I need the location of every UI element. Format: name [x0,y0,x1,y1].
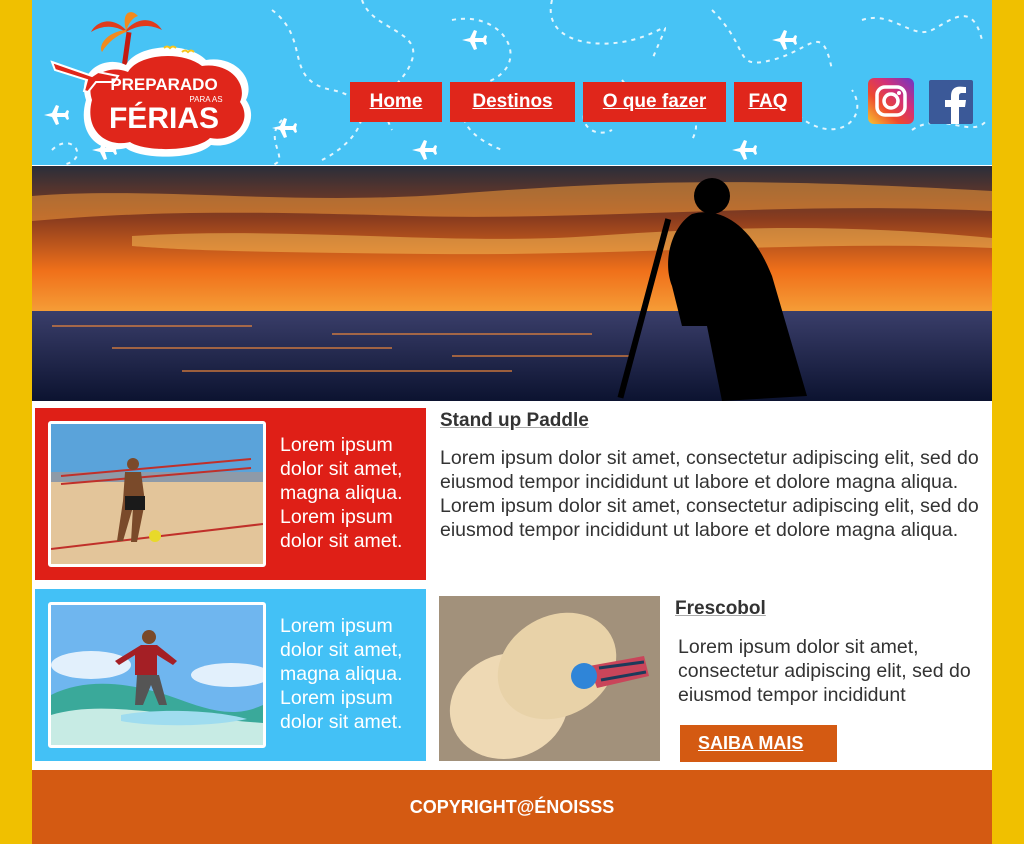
header: PREPARADO PARA AS FÉRIAS Home Destinos O… [32,0,992,165]
volleyball-card-text: Lorem ipsum dolor sit amet, magna aliqua… [280,434,403,552]
nav-destinos[interactable]: Destinos [450,82,575,122]
stand-up-paddle-title[interactable]: Stand up Paddle [440,410,589,432]
frescobol-photo [439,596,660,761]
copyright-text: COPYRIGHT@ÉNOISSS [409,796,615,817]
surf-card-text: Lorem ipsum dolor sit amet, magna aliqua… [280,615,403,733]
nav-faq[interactable]: FAQ [734,82,802,122]
main-nav: Home Destinos O que fazer FAQ [350,82,810,122]
page: PREPARADO PARA AS FÉRIAS Home Destinos O… [32,0,992,844]
logo-line3: FÉRIAS [109,101,219,135]
sunset-paddle-image [32,166,992,401]
facebook-icon[interactable] [929,80,973,124]
nav-o-que-fazer[interactable]: O que fazer [583,82,726,122]
logo-line1: PREPARADO [110,75,217,94]
instagram-icon[interactable] [868,78,914,124]
stand-up-paddle-text: Lorem ipsum dolor sit amet, consectetur … [440,447,979,541]
surfer-photo [48,602,266,748]
frescobol-title[interactable]: Frescobol [675,598,766,620]
surf-card: Lorem ipsum dolor sit amet, magna aliqua… [35,589,426,761]
brand-logo[interactable]: PREPARADO PARA AS FÉRIAS [46,10,266,160]
hero-banner [32,166,992,401]
frescobol-text: Lorem ipsum dolor sit amet, consectetur … [678,636,971,706]
volleyball-card: Lorem ipsum dolor sit amet, magna aliqua… [35,408,426,580]
saiba-mais-button[interactable]: SAIBA MAIS [680,725,837,762]
nav-home[interactable]: Home [350,82,442,122]
footer: COPYRIGHT@ÉNOISSS [32,770,992,844]
beach-soccer-photo [48,421,266,567]
